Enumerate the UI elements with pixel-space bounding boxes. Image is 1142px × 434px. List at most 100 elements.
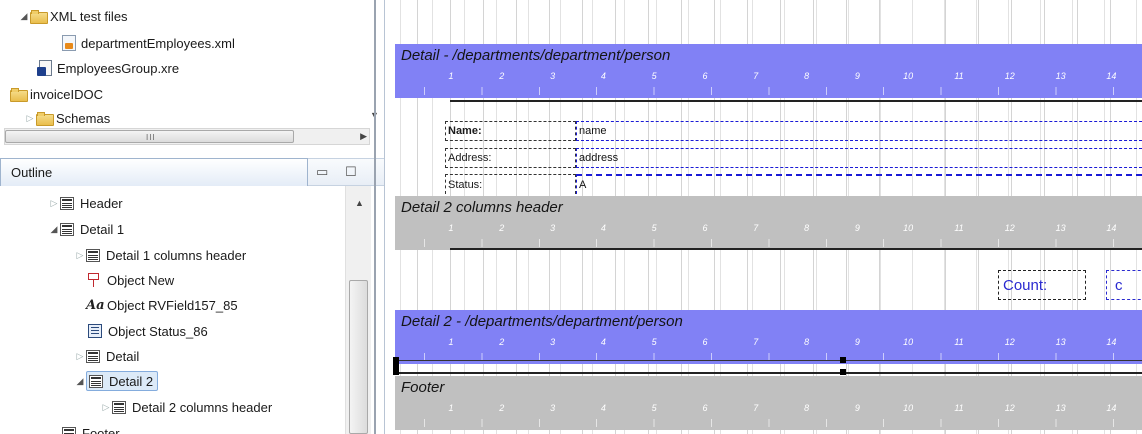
ruler-tick-marks: [395, 87, 1142, 95]
ruler-number: 11: [954, 223, 964, 233]
expand-toggle-icon[interactable]: ▷: [100, 402, 112, 413]
scroll-right-arrow-icon[interactable]: ▶: [360, 131, 367, 142]
ruler-number: 2: [499, 223, 505, 233]
expand-toggle-icon[interactable]: ▷: [24, 113, 36, 124]
ruler-number: 12: [1004, 337, 1015, 347]
scroll-up-arrow-icon[interactable]: ▲: [355, 198, 364, 208]
name-label-box[interactable]: Name:: [445, 121, 576, 141]
tree-item-department-employees-xml[interactable]: departmentEmployees.xml: [62, 33, 235, 53]
ruler-number: 5: [651, 223, 657, 233]
band-detail-2[interactable]: Detail 2 - /departments/department/perso…: [395, 310, 1142, 364]
report-file-icon: [37, 60, 53, 76]
ruler-number: 3: [550, 71, 556, 81]
ruler-number: 11: [954, 337, 964, 347]
ruler-number: 14: [1106, 337, 1117, 347]
ruler-number: 7: [753, 337, 759, 347]
ruler-tick-marks: [395, 419, 1142, 427]
outline-item-label: Footer: [82, 425, 120, 434]
ruler-number: 9: [854, 403, 860, 413]
ruler-number: 3: [550, 337, 556, 347]
outline-item-detail-2-columns-header[interactable]: ▷ Detail 2 columns header: [100, 397, 273, 417]
project-icon: [10, 88, 28, 102]
ruler-number: 10: [903, 337, 914, 347]
outline-item-label: Detail: [106, 348, 140, 364]
outline-item-detail-1[interactable]: ◢ Detail 1: [48, 219, 125, 239]
outline-item-detail[interactable]: ▷ Detail: [74, 346, 140, 366]
selected-band-outline-top[interactable]: [395, 360, 1142, 361]
ruler-number: 11: [954, 403, 964, 413]
field-value: A: [579, 179, 587, 191]
ruler-number: 13: [1055, 403, 1066, 413]
address-field[interactable]: address: [576, 148, 1142, 168]
ruler-number: 6: [702, 71, 708, 81]
ruler-number: 1: [448, 223, 454, 233]
status-field-icon: [88, 324, 102, 338]
expand-toggle-icon[interactable]: ▷: [74, 250, 86, 261]
tree-item-label: departmentEmployees.xml: [81, 35, 235, 51]
ruler-number: 4: [600, 71, 606, 81]
resize-handle[interactable]: [840, 369, 846, 375]
tab-outline[interactable]: Outline: [0, 158, 308, 186]
address-label-box[interactable]: Address:: [445, 148, 576, 168]
maximize-icon[interactable]: ☐: [345, 164, 357, 180]
ruler-number: 8: [804, 71, 810, 81]
field-label: Name:: [448, 125, 482, 137]
outline-item-object-status[interactable]: Object Status_86: [88, 321, 208, 341]
ruler-number: 10: [903, 71, 914, 81]
scrollbar-thumb[interactable]: [349, 280, 368, 434]
expand-toggle-icon[interactable]: ▷: [74, 351, 86, 362]
outline-item-footer[interactable]: Footer: [62, 423, 120, 434]
ruler-number: 9: [854, 337, 860, 347]
name-field[interactable]: name: [576, 121, 1142, 141]
count-label-box[interactable]: Count:: [998, 270, 1086, 300]
outline-item-label: Object New: [107, 272, 175, 288]
scrollbar-grip: III: [146, 133, 156, 142]
ruler-number: 7: [753, 71, 759, 81]
outline-item-detail-1-columns-header[interactable]: ▷ Detail 1 columns header: [74, 245, 247, 265]
outline-item-object-new[interactable]: Object New: [88, 270, 174, 290]
expand-toggle-icon[interactable]: ▷: [48, 198, 60, 209]
tree-item-schemas[interactable]: ▷ Schemas: [24, 108, 110, 128]
outline-item-header[interactable]: ▷ Header: [48, 193, 123, 213]
resize-handle[interactable]: [393, 369, 399, 375]
expand-toggle-icon[interactable]: ◢: [48, 224, 60, 235]
ruler-number: 5: [651, 403, 657, 413]
ruler-number: 8: [804, 337, 810, 347]
tree-item-invoice-idoc[interactable]: invoiceIDOC: [10, 84, 103, 104]
band-title: Detail - /departments/department/person: [401, 47, 671, 64]
expand-toggle-icon[interactable]: ◢: [74, 376, 86, 387]
status-field[interactable]: A: [576, 174, 1142, 194]
folder-icon: [36, 112, 54, 126]
ruler-number: 12: [1004, 223, 1015, 233]
band-detail[interactable]: Detail - /departments/department/person …: [395, 44, 1142, 98]
selected-item-highlight[interactable]: Detail 2: [86, 371, 159, 391]
separator-line[interactable]: [450, 248, 1142, 250]
status-label-box[interactable]: Status:: [445, 174, 576, 194]
resize-handle[interactable]: [840, 357, 846, 363]
ruler-number: 13: [1055, 223, 1066, 233]
tree-item-employees-group-xre[interactable]: EmployeesGroup.xre: [37, 58, 179, 78]
expand-toggle-icon[interactable]: ◢: [18, 11, 30, 22]
band-ruler: 1 2 3 4 5 6 7 8 9 10 11 12 13 14: [395, 218, 1142, 248]
vertical-scrollbar[interactable]: ▲: [345, 186, 371, 434]
horizontal-scrollbar[interactable]: III ▶: [4, 128, 370, 145]
band-footer[interactable]: Footer 1 2 3 4 5 6 7 8 9 10 11 12 13 14: [395, 376, 1142, 430]
band-detail-2-columns-header[interactable]: Detail 2 columns header 1 2 3 4 5 6 7 8 9 10 11 12 1…: [395, 196, 1142, 250]
ruler-number: 1: [448, 403, 454, 413]
field-label: Status:: [448, 178, 483, 191]
tree-item-xml-test-files[interactable]: ◢ XML test files: [18, 6, 128, 26]
ruler-number: 14: [1106, 71, 1117, 81]
band-icon: [60, 222, 74, 236]
separator-line[interactable]: [450, 100, 1142, 102]
outline-item-object-rvfield[interactable]: Aa Object RVField157_85: [86, 295, 238, 315]
count-value-box[interactable]: c: [1106, 270, 1142, 300]
ruler-number: 9: [854, 71, 860, 81]
canvas-left-margin-line: [374, 0, 376, 434]
scrollbar-thumb[interactable]: III: [5, 130, 294, 143]
ruler-number: 12: [1004, 403, 1015, 413]
band-icon: [62, 426, 76, 434]
minimize-icon[interactable]: ▭: [316, 164, 328, 180]
tree-item-label: EmployeesGroup.xre: [57, 60, 180, 76]
outline-item-detail-2[interactable]: ◢ Detail 2: [74, 371, 159, 391]
selected-band-outline-bottom[interactable]: [395, 372, 1142, 374]
